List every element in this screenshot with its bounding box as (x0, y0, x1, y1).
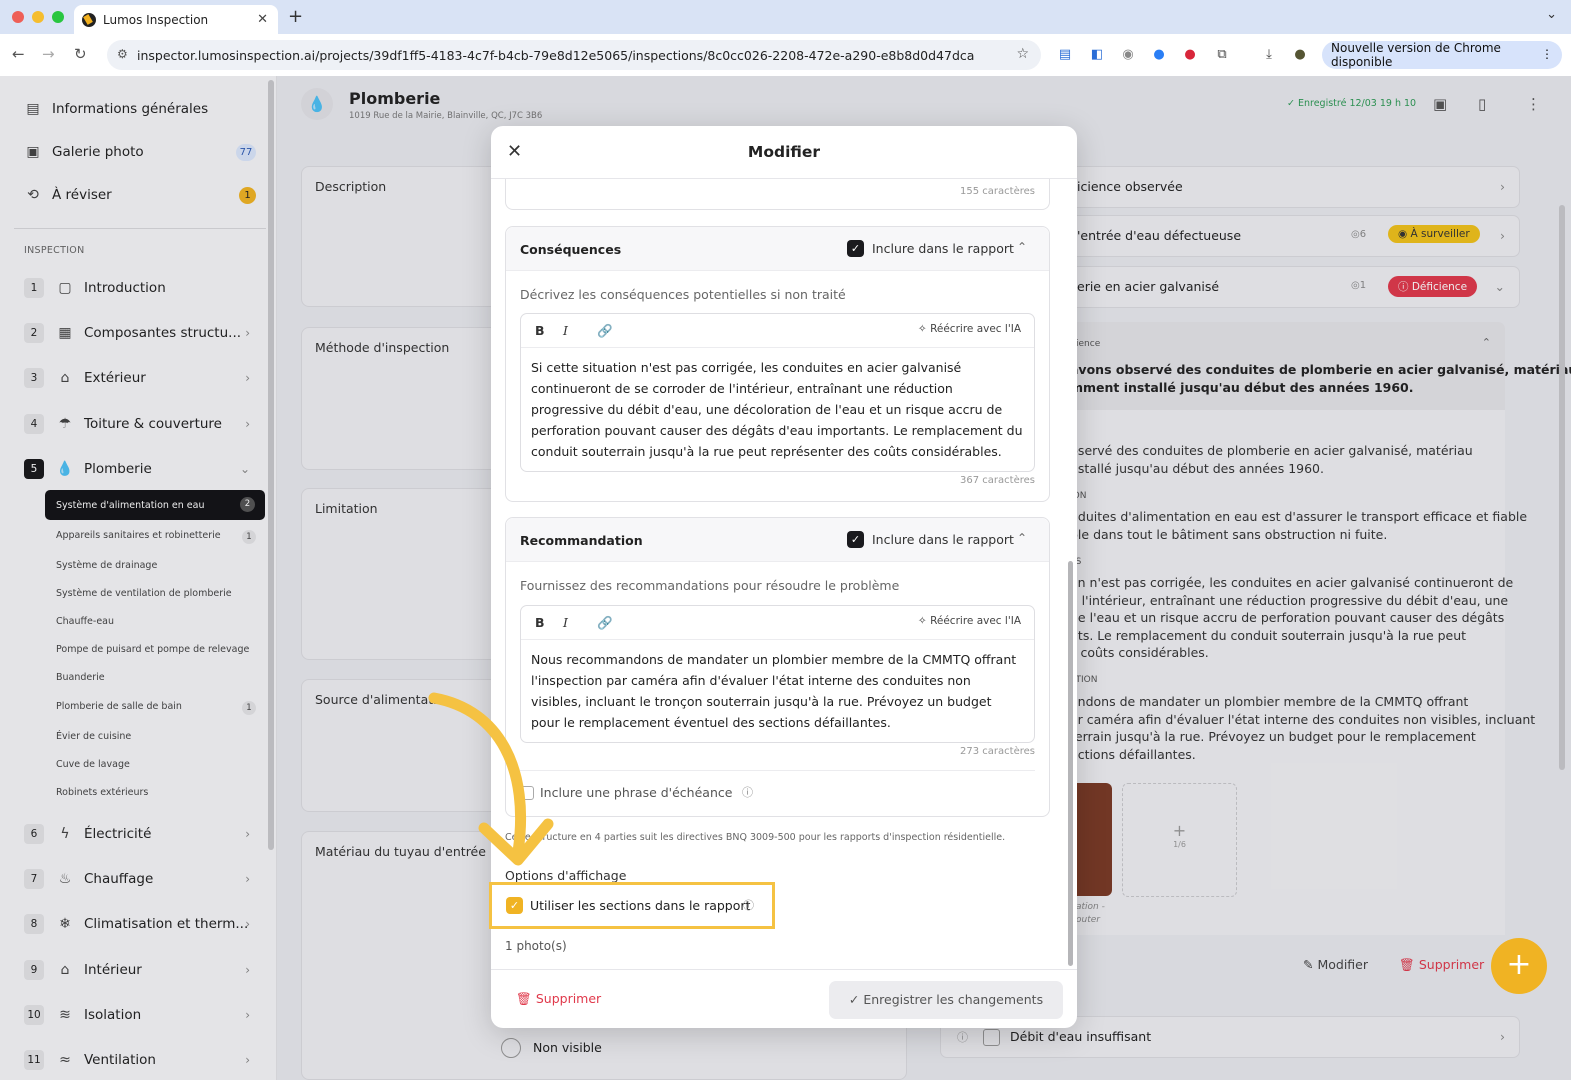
info-icon[interactable]: ⓘ (743, 897, 754, 913)
italic-icon[interactable]: I (563, 615, 568, 630)
modal-header: ✕ Modifier (491, 126, 1077, 179)
forward-icon[interactable]: → (42, 45, 55, 63)
block-header: Conséquences ✓ Inclure dans le rapport ⌃ (506, 227, 1049, 271)
modal-scrollbar[interactable] (1068, 561, 1073, 966)
address-bar[interactable]: ⚙ inspector.lumosinspection.ai/projects/… (107, 40, 1041, 70)
download-icon[interactable]: ⤓ (1261, 47, 1277, 63)
consequences-text[interactable]: Si cette situation n'est pas corrigée, l… (521, 348, 1034, 471)
chrome-update-button[interactable]: Nouvelle version de Chrome disponible ⋮ (1322, 41, 1562, 69)
save-changes-button[interactable]: ✓ Enregistrer les changements (829, 981, 1063, 1019)
include-checkbox[interactable]: ✓ (847, 531, 864, 548)
annotation-arrow (428, 692, 554, 866)
block-title: Conséquences (520, 242, 622, 257)
block-header: Recommandation ✓ Inclure dans le rapport… (506, 518, 1049, 562)
tab-list-chevron-icon[interactable]: ⌄ (1546, 7, 1557, 22)
save-label: Enregistrer les changements (863, 992, 1044, 1007)
delete-label: Supprimer (535, 991, 602, 1006)
block-hint: Décrivez les conséquences potentielles s… (520, 287, 846, 302)
editor-toolbar: B I 🔗 ✧ Réécrire avec l'IA (521, 606, 1034, 640)
include-label: Inclure dans le rapport (872, 241, 1014, 256)
browser-tab-bar: Lumos Inspection ✕ + ⌄ (0, 0, 1571, 34)
back-icon[interactable]: ← (12, 45, 25, 63)
tab-title: Lumos Inspection (103, 12, 209, 27)
editor-toolbar: B I 🔗 ✧ Réécrire avec l'IA (521, 314, 1034, 348)
recommendation-block: Recommandation ✓ Inclure dans le rapport… (505, 517, 1050, 817)
consequences-block: Conséquences ✓ Inclure dans le rapport ⌃… (505, 226, 1050, 502)
include-label: Inclure dans le rapport (872, 532, 1014, 547)
delete-button[interactable]: 🗑 Supprimer (516, 991, 601, 1007)
footer-divider (491, 969, 1077, 970)
link-icon[interactable]: 🔗 (597, 323, 613, 339)
structure-note: Cette structure en 4 parties suit les di… (505, 832, 1006, 843)
recommendation-text[interactable]: Nous recommandons de mandater un plombie… (521, 640, 1034, 742)
include-checkbox[interactable]: ✓ (847, 240, 864, 257)
reading-list-icon[interactable]: ▤ (1057, 47, 1073, 63)
block-hint: Fournissez des recommandations pour réso… (520, 578, 900, 593)
reload-icon[interactable]: ↻ (74, 45, 87, 63)
use-sections-label: Utiliser les sections dans le rapport (530, 898, 751, 913)
divider (520, 770, 1035, 771)
consequences-editor[interactable]: B I 🔗 ✧ Réécrire avec l'IA Si cette situ… (520, 313, 1035, 472)
recommendation-editor[interactable]: B I 🔗 ✧ Réécrire avec l'IA Nous recomman… (520, 605, 1035, 743)
bold-icon[interactable]: B (535, 323, 545, 338)
char-count: 273 caractères (960, 746, 1035, 757)
extension-badge-icon[interactable]: ◧ (1089, 47, 1105, 63)
extension-red-icon[interactable]: ● (1182, 47, 1198, 63)
chevron-up-icon[interactable]: ⌃ (1017, 240, 1027, 254)
char-count: 155 caractères (960, 186, 1035, 197)
chrome-update-label: Nouvelle version de Chrome disponible (1331, 41, 1501, 69)
url-text: inspector.lumosinspection.ai/projects/39… (137, 47, 975, 63)
ai-rewrite-button[interactable]: ✧ Réécrire avec l'IA (918, 615, 1021, 627)
camera-icon[interactable]: ◉ (1120, 47, 1136, 63)
maximize-window-icon[interactable] (52, 11, 64, 23)
browser-tab[interactable]: Lumos Inspection ✕ (74, 5, 278, 34)
lumos-favicon-icon (82, 12, 96, 27)
ai-rewrite-label: Réécrire avec l'IA (930, 323, 1021, 335)
block-title: Recommandation (520, 533, 643, 548)
ai-rewrite-label: Réécrire avec l'IA (930, 615, 1021, 627)
bold-icon[interactable]: B (535, 615, 545, 630)
char-count: 367 caractères (960, 475, 1035, 486)
profile-avatar-icon[interactable]: ● (1292, 47, 1308, 63)
link-icon[interactable]: 🔗 (597, 615, 613, 631)
highlight-frame: ✓ Utiliser les sections dans le rapport … (489, 882, 775, 929)
close-tab-icon[interactable]: ✕ (257, 12, 268, 27)
site-info-icon[interactable]: ⚙ (117, 47, 128, 61)
minimize-window-icon[interactable] (32, 11, 44, 23)
new-tab-icon[interactable]: + (288, 6, 303, 27)
add-fab-button[interactable]: + (1491, 938, 1547, 994)
previous-block: 155 caractères (505, 179, 1050, 210)
close-window-icon[interactable] (12, 11, 24, 23)
chevron-up-icon[interactable]: ⌃ (1017, 531, 1027, 545)
extension-blue-icon[interactable]: ● (1151, 47, 1167, 63)
display-options-heading: Options d'affichage (505, 868, 627, 883)
modal-title: Modifier (747, 143, 821, 161)
photo-count: 1 photo(s) (505, 939, 567, 953)
more-menu-icon[interactable]: ⋮ (1541, 47, 1553, 61)
extensions-puzzle-icon[interactable]: ⧉ (1214, 47, 1230, 63)
bookmark-star-icon[interactable]: ☆ (1016, 46, 1029, 62)
use-sections-checkbox[interactable]: ✓ (506, 897, 523, 914)
ai-rewrite-button[interactable]: ✧ Réécrire avec l'IA (918, 323, 1021, 335)
info-icon[interactable]: ⓘ (742, 784, 753, 800)
italic-icon[interactable]: I (563, 323, 568, 338)
